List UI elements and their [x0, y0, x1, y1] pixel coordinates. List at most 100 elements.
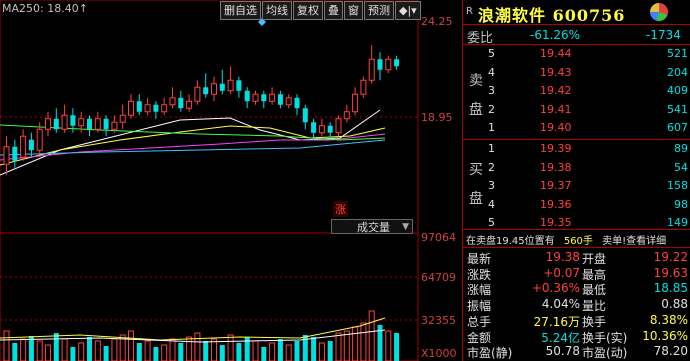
- kline-chart-area[interactable]: MA250: 18.40↑ 删自选 均线 复权 叠 窗 预测 ◆|▾ 24.25…: [0, 0, 462, 361]
- candle: [236, 80, 242, 91]
- indicator-dropdown[interactable]: 成交量 ▼: [331, 219, 413, 234]
- candle: [70, 115, 76, 126]
- volume-axis-mid: 64709: [421, 271, 456, 284]
- quote-value: 50.78: [545, 344, 580, 359]
- more-menu-button[interactable]: ◆|▾: [395, 1, 421, 20]
- candle: [161, 104, 168, 113]
- volume-bar: [53, 333, 59, 361]
- adjust-price-button[interactable]: 复权: [293, 1, 323, 20]
- buy-order-price: 19.35: [540, 216, 572, 229]
- quote-value: 19.22: [653, 250, 688, 264]
- chart-toolbar: 删自选 均线 复权 叠 窗 预测 ◆|▾: [220, 1, 422, 20]
- candle: [302, 108, 308, 123]
- divider: [462, 139, 690, 140]
- candle: [153, 104, 159, 112]
- quote-label: 总手: [467, 314, 492, 329]
- ma250-label: MA250: 18.40↑: [2, 2, 88, 15]
- sell-order-volume: 409: [667, 84, 688, 97]
- stock-name: 浪潮软件: [478, 6, 547, 25]
- sell-label-2: 盘: [469, 102, 483, 118]
- candle: [103, 118, 109, 130]
- forecast-button[interactable]: 预测: [364, 1, 394, 20]
- remove-watchlist-button[interactable]: 删自选: [220, 1, 261, 20]
- sell-order-price: 19.42: [540, 84, 572, 97]
- volume-bar: [385, 330, 392, 361]
- sell-order-price: 19.43: [540, 65, 572, 79]
- overlay-button[interactable]: 叠: [324, 1, 343, 20]
- volume-bar: [252, 340, 259, 361]
- candle: [352, 93, 359, 113]
- candle: [194, 86, 201, 102]
- candle: [311, 122, 317, 133]
- notice-qty: 560手: [563, 236, 593, 247]
- buy-order-level: 4: [488, 197, 495, 211]
- volume-bar: [211, 338, 217, 361]
- candle: [144, 104, 151, 113]
- buy-label-2: 盘: [469, 191, 483, 207]
- quote-label: 最高: [582, 267, 607, 282]
- volume-bar: [87, 337, 92, 361]
- candle: [178, 97, 184, 109]
- candle: [186, 100, 193, 109]
- volume-bar: [94, 340, 101, 361]
- volume-bar: [178, 343, 184, 361]
- notice-link[interactable]: 卖单!查看详细: [602, 236, 666, 247]
- pie-chart-icon[interactable]: [650, 3, 668, 21]
- volume-bar: [103, 346, 109, 361]
- stock-code: 600756: [552, 6, 626, 25]
- buy-order-level: 2: [488, 160, 495, 174]
- candle: [119, 114, 126, 123]
- moving-average-button[interactable]: 均线: [262, 1, 292, 20]
- quote-label: 换手(实): [582, 330, 628, 345]
- volume-bar: [36, 340, 43, 361]
- quote-value: 5.24亿: [541, 330, 580, 345]
- buy-order-volume: 89: [674, 142, 688, 155]
- quote-label: 最新: [467, 252, 492, 266]
- candle: [368, 58, 375, 81]
- quote-value: 19.63: [653, 265, 688, 280]
- buy-order-price: 19.38: [540, 160, 572, 174]
- candle: [343, 111, 350, 120]
- ma-line: [0, 139, 386, 156]
- volume-bar: [394, 333, 400, 361]
- sell-order-volume: 521: [667, 47, 688, 60]
- quote-label: 振幅: [467, 299, 492, 314]
- candle: [28, 139, 34, 151]
- ma-line: [0, 133, 386, 161]
- chevron-down-icon: ▼: [402, 222, 409, 232]
- volume-bar: [311, 337, 317, 361]
- candle: [385, 58, 392, 71]
- candle: [136, 101, 142, 112]
- candle: [53, 118, 59, 130]
- candle: [244, 90, 250, 102]
- quote-value: 0.88: [661, 297, 688, 312]
- quote-value: +0.07: [543, 265, 580, 280]
- candle: [252, 93, 259, 102]
- buy-order-level: 3: [488, 179, 495, 192]
- divider: [462, 44, 690, 45]
- candle: [3, 146, 10, 165]
- volume-bar: [285, 344, 292, 361]
- candle: [12, 146, 18, 161]
- window-button[interactable]: 窗: [344, 1, 363, 20]
- volume-bar: [352, 326, 359, 361]
- volume-bar: [294, 341, 300, 361]
- candle: [360, 79, 367, 95]
- volume-axis-low: 32355: [421, 314, 456, 327]
- price-axis-mid: 18.95: [421, 111, 453, 124]
- volume-bar: [128, 330, 134, 361]
- sell-label-1: 卖: [469, 73, 483, 89]
- volume-bar: [194, 332, 201, 361]
- big-order-notice[interactable]: 在卖盘19.45位置有 560手 卖单!查看详细: [466, 232, 690, 247]
- kline-chart: [0, 0, 419, 361]
- quote-label: 金额: [467, 330, 492, 345]
- volume-bar: [136, 343, 142, 361]
- quote-value: 19.38: [545, 250, 580, 264]
- volume-axis-unit: X1000: [421, 347, 457, 360]
- volume-bar: [153, 347, 159, 361]
- volume-bar: [144, 340, 151, 361]
- candle: [285, 97, 292, 106]
- volume-bar: [20, 338, 27, 361]
- buy-order-price: 19.39: [540, 142, 572, 155]
- quote-label: 最低: [582, 283, 607, 298]
